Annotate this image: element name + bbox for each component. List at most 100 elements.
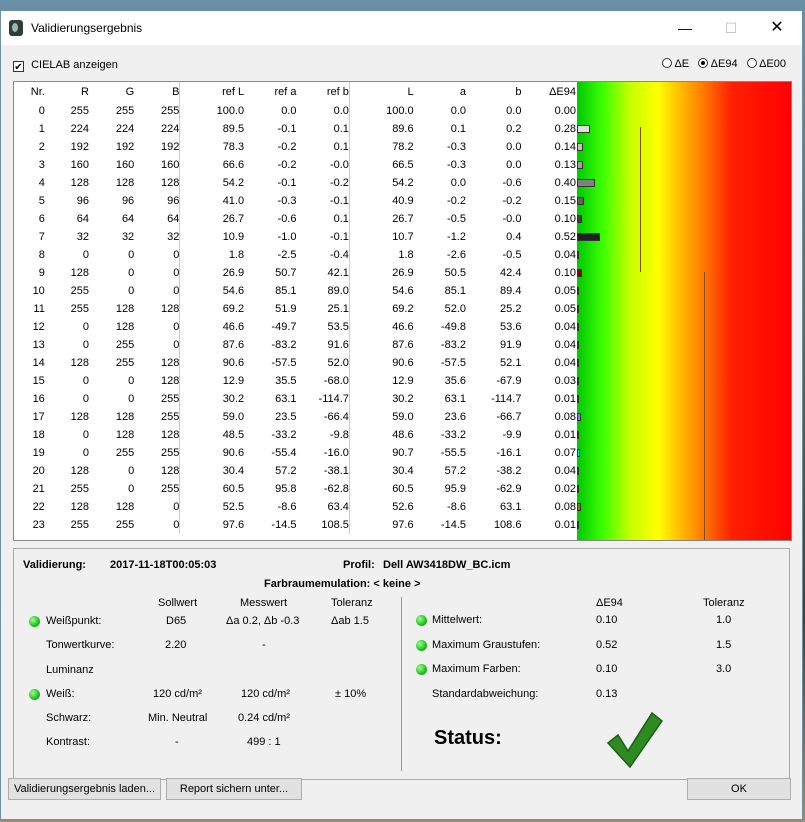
delta-e-bar: [577, 251, 579, 259]
table-row[interactable]: 1 224 224 224 89.5 -0.1 0.1 89.6 0.1 0.2 0.28: [14, 120, 576, 138]
cell-nr: 9: [38, 267, 45, 279]
cell-delta-e: 0.13: [554, 159, 576, 171]
cell-r: 96: [76, 195, 89, 207]
cell-ref-a: -33.2: [271, 429, 297, 441]
cell-nr: 11: [33, 303, 45, 315]
cell-l: 48.6: [348, 426, 414, 444]
table-row[interactable]: 18 0 128 128 48.5 -33.2 -9.8 48.6 -33.2 -9.9 0.01: [14, 426, 576, 444]
graustufen-tolerance-line: [640, 127, 641, 272]
table-row[interactable]: 6 64 64 64 26.7 -0.6 0.1 26.7 -0.5 -0.0 0.10: [14, 210, 576, 228]
header-b: b: [515, 86, 522, 98]
cell-b: 128: [161, 303, 180, 315]
radio-delta-e[interactable]: ΔE: [661, 58, 689, 70]
cell-ref-b: -0.0: [329, 159, 349, 171]
table-row[interactable]: 4 128 128 128 54.2 -0.1 -0.2 54.2 0.0 -0.6 0.40: [14, 174, 576, 192]
cell-nr: 19: [32, 447, 45, 459]
black-label: Schwarz:: [46, 712, 92, 724]
cell-l: 54.2: [348, 174, 414, 192]
table-row[interactable]: 16 0 0 255 30.2 63.1 -114.7 30.2 63.1 -114.7 0.01: [14, 390, 576, 408]
cell-g: 0: [128, 393, 135, 405]
radio-delta-e94[interactable]: ΔE94: [698, 58, 738, 70]
header-a: a: [459, 86, 466, 98]
header-l: L: [348, 82, 414, 102]
table-row[interactable]: 7 32 32 32 10.9 -1.0 -0.1 10.7 -1.2 0.4 0.52: [14, 228, 576, 246]
whitepoint-label: Weißpunkt:: [46, 615, 102, 627]
table-row[interactable]: 15 0 0 128 12.9 35.5 -68.0 12.9 35.6 -67.9 0.03: [14, 372, 576, 390]
radio-delta-e00[interactable]: ΔE00: [746, 58, 786, 70]
cielab-checkbox-row[interactable]: ✔ CIELAB anzeigen: [13, 59, 118, 73]
luminance-label: Luminanz: [46, 664, 94, 676]
cell-r: 0: [82, 429, 89, 441]
maximize-button[interactable]: ☐: [708, 11, 754, 45]
table-row[interactable]: 22 128 128 0 52.5 -8.6 63.4 52.6 -8.6 63.1 0.08: [14, 498, 576, 516]
cell-g: 255: [115, 339, 135, 351]
table-row[interactable]: 11 255 128 128 69.2 51.9 25.1 69.2 52.0 25.2 0.05: [14, 300, 576, 318]
cell-delta-e: 0.14: [554, 141, 576, 153]
results-table-panel[interactable]: Nr. R G Bref Lref a ref b La b ΔE94 0 255 255 255 1…: [13, 81, 792, 541]
cell-delta-e: 0.04: [554, 339, 576, 351]
whitepoint-measured: Δa 0.2, Δb -0.3: [226, 615, 300, 627]
close-button[interactable]: ✕: [754, 11, 800, 45]
table-row[interactable]: 3 160 160 160 66.6 -0.2 -0.0 66.5 -0.3 0.0 0.13: [14, 156, 576, 174]
radio-delta-e-dot[interactable]: [661, 58, 672, 68]
table-row[interactable]: 17 128 128 255 59.0 23.5 -66.4 59.0 23.6 -66.7 0.0…: [14, 408, 576, 426]
delta-e-bar: [577, 395, 579, 403]
cell-ref-a: -0.2: [277, 159, 297, 171]
col-target-header: Sollwert: [158, 597, 198, 609]
save-report-button[interactable]: Report sichern unter...: [166, 778, 302, 800]
header-g: G: [125, 86, 135, 98]
cell-ref-b: 42.1: [327, 267, 349, 279]
load-validation-button[interactable]: Validierungsergebnis laden...: [8, 778, 161, 800]
table-row[interactable]: 9 128 0 0 26.9 50.7 42.1 26.9 50.5 42.4 0.10: [14, 264, 576, 282]
mean-tolerance: 1.0: [716, 614, 732, 626]
table-row[interactable]: 21 255 0 255 60.5 95.8 -62.8 60.5 95.9 -62.9 0.02: [14, 480, 576, 498]
cell-b: 224: [161, 123, 180, 135]
cell-ref-a: 85.1: [275, 285, 297, 297]
cell-b: -9.9: [502, 429, 522, 441]
table-row[interactable]: 12 0 128 0 46.6 -49.7 53.5 46.6 -49.8 53.6 0.04: [14, 318, 576, 336]
table-row[interactable]: 13 0 255 0 87.6 -83.2 91.6 87.6 -83.2 91.9 0.04: [14, 336, 576, 354]
table-row[interactable]: 14 128 255 128 90.6 -57.5 52.0 90.6 -57.5 52.1 0.0…: [14, 354, 576, 372]
delta-e-bar: [577, 485, 579, 493]
app-icon: [9, 20, 23, 36]
profile-label: Profil:: [343, 559, 375, 571]
cell-ref-l: 78.3: [179, 138, 245, 156]
cell-l: 52.6: [348, 498, 414, 516]
table-row[interactable]: 10 255 0 0 54.6 85.1 89.0 54.6 85.1 89.4 0.05: [14, 282, 576, 300]
radio-delta-e00-dot[interactable]: [746, 58, 757, 68]
cell-a: 50.5: [444, 267, 466, 279]
cell-nr: 3: [38, 159, 45, 171]
cell-r: 255: [70, 285, 89, 297]
cell-b: 52.1: [500, 357, 522, 369]
cell-delta-e: 0.04: [554, 249, 576, 261]
table-row[interactable]: 2 192 192 192 78.3 -0.2 0.1 78.2 -0.3 0.0 0.14: [14, 138, 576, 156]
cielab-checkbox[interactable]: ✔: [13, 61, 24, 73]
cell-ref-a: -2.5: [277, 249, 297, 261]
cell-ref-a: -0.6: [277, 213, 297, 225]
table-row[interactable]: 5 96 96 96 41.0 -0.3 -0.1 40.9 -0.2 -0.2 0.15: [14, 192, 576, 210]
minimize-button[interactable]: —: [662, 11, 708, 45]
table-row[interactable]: 19 0 255 255 90.6 -55.4 -16.0 90.7 -55.5 -16.1 0.0…: [14, 444, 576, 462]
table-row[interactable]: 23 255 255 0 97.6 -14.5 108.5 97.6 -14.5 108.6 0.0…: [14, 516, 576, 534]
cell-ref-a: 23.5: [275, 411, 297, 423]
cell-l: 26.9: [348, 264, 414, 282]
table-row[interactable]: 0 255 255 255 100.0 0.0 0.0 100.0 0.0 0.0 0.00: [14, 102, 576, 120]
cell-a: 0.1: [450, 123, 466, 135]
table-row[interactable]: 8 0 0 0 1.8 -2.5 -0.4 1.8 -2.6 -0.5 0.04: [14, 246, 576, 264]
delta-e-bar: [577, 143, 583, 151]
cell-ref-a: 63.1: [275, 393, 297, 405]
cell-b: 64: [167, 213, 180, 225]
cell-g: 192: [115, 141, 135, 153]
table-row[interactable]: 20 128 0 128 30.4 57.2 -38.1 30.4 57.2 -38.2 0.04: [14, 462, 576, 480]
cell-b: 128: [161, 429, 180, 441]
cell-b: -38.2: [496, 465, 522, 477]
ok-button[interactable]: OK: [687, 778, 791, 800]
cell-b: -0.2: [502, 195, 522, 207]
cell-r: 128: [70, 267, 89, 279]
delta-e-bar: [577, 233, 600, 241]
cell-ref-b: 89.0: [327, 285, 349, 297]
radio-delta-e94-dot[interactable]: [698, 58, 709, 68]
status-label: Status:: [434, 727, 502, 749]
cell-l: 66.5: [348, 156, 414, 174]
std-dev-value: 0.13: [596, 688, 618, 700]
